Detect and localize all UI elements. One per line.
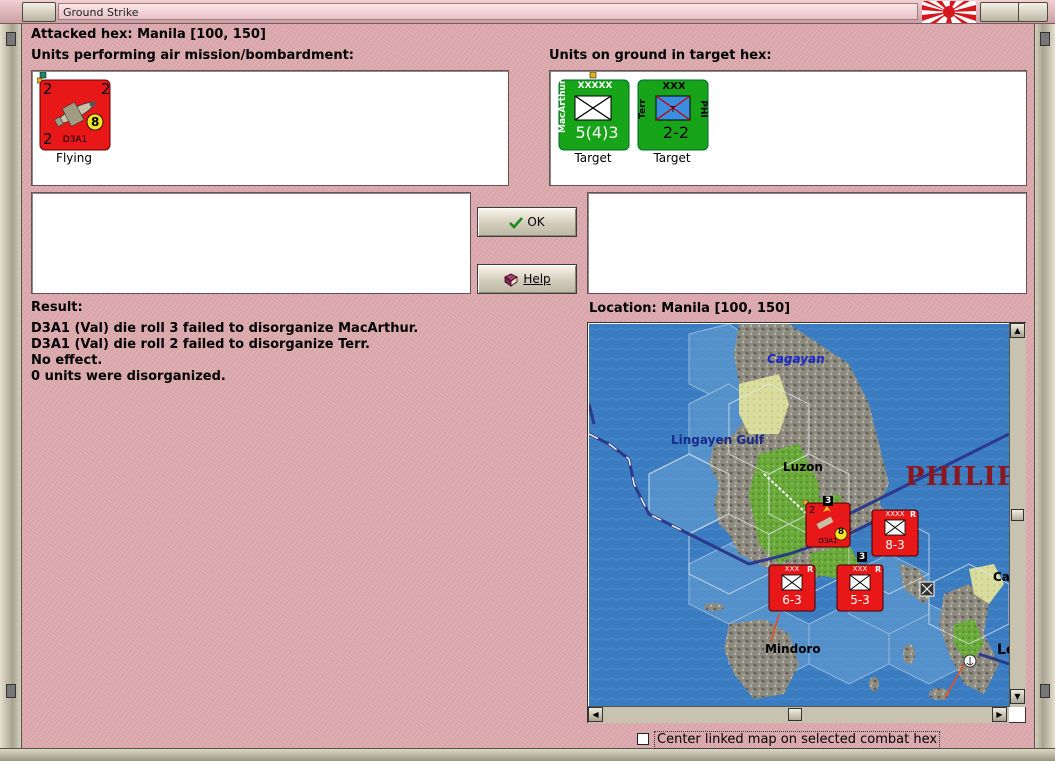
map-counter-strength: 5-3 [850, 593, 870, 607]
map-label-ca: Ca [993, 570, 1009, 584]
map-vertical-scroll-thumb[interactable] [1011, 509, 1024, 521]
air-unit-caption: Flying [56, 151, 92, 165]
map-horizontal-scroll-thumb[interactable] [788, 708, 802, 721]
scroll-down-arrow-icon[interactable]: ▼ [1010, 689, 1025, 704]
map-label-lingayen-gulf: Lingayen Gulf [671, 433, 765, 447]
map-label-cagayan: Cagayan [767, 352, 825, 366]
air-units-box: 2 2 2 8 D3A1 Flying [31, 70, 509, 186]
map-label-le: Le [997, 642, 1009, 658]
result-label: Result: [31, 300, 83, 315]
ground-unit-macarthur[interactable]: XXXXX MacArthur 5(4)3 [557, 71, 631, 152]
map-unit-counter[interactable]: XXX R 6-3 [768, 564, 816, 612]
window-menu-button[interactable] [22, 2, 56, 22]
ground-units-label: Units on ground in target hex: [549, 48, 772, 63]
map-air-counter-value: 2 [809, 505, 816, 516]
window-close-button[interactable] [1018, 2, 1048, 22]
location-map-panel: Cagayan Lingayen Gulf Luzon PHILIP Mindo… [587, 322, 1026, 723]
air-unit-name: D3A1 [62, 135, 88, 145]
title-bar: Ground Strike [0, 0, 1055, 24]
result-line: D3A1 (Val) die roll 3 failed to disorgan… [31, 321, 419, 336]
terr-side-label: PHI [698, 100, 708, 118]
ok-button-label: OK [527, 215, 545, 229]
terr-name: Terr [638, 99, 648, 119]
map-air-counter-range: 8 [837, 527, 845, 537]
map-air-counter-name: D3A1 [818, 537, 838, 545]
air-unit-top-right: 2 [101, 80, 111, 98]
map-counter-tag: R [910, 510, 917, 519]
window-frame-left [0, 24, 22, 761]
map-horizontal-scrollbar[interactable]: ◀ ▶ [588, 706, 1009, 723]
help-button-label: Help [523, 272, 551, 286]
result-line: D3A1 (Val) die roll 2 failed to disorgan… [31, 337, 370, 352]
result-line: No effect. [31, 353, 103, 368]
checkmark-icon [509, 216, 524, 229]
book-icon [504, 273, 519, 287]
result-line: 0 units were disorganized. [31, 369, 226, 384]
map-counter-strength: 8-3 [885, 538, 905, 552]
map-vertical-scrollbar[interactable]: ▲ ▼ [1009, 323, 1026, 707]
map-counter-tag: R [807, 565, 814, 574]
attacked-hex-label: Attacked hex: Manila [100, 150] [31, 27, 266, 42]
macarthur-size: XXXXX [577, 81, 613, 91]
window-frame-right [1034, 24, 1055, 761]
map-label-philippines: PHILIP [905, 462, 1009, 492]
map-label-mindoro: Mindoro [765, 642, 821, 656]
map-unit-counter[interactable]: XXX R 5-3 [836, 564, 884, 612]
air-units-label: Units performing air mission/bombardment… [31, 48, 355, 63]
rising-sun-flag-icon [922, 1, 976, 23]
scroll-right-arrow-icon[interactable]: ▶ [992, 707, 1007, 722]
window-frame-bottom [0, 748, 1055, 761]
terr-size: XXX [662, 81, 686, 92]
map-counter-size: XXX [784, 565, 800, 573]
help-button[interactable]: Help [477, 264, 577, 294]
map-stack-count: 3 [857, 552, 868, 562]
location-label: Location: Manila [100, 150] [589, 301, 791, 316]
scroll-up-arrow-icon[interactable]: ▲ [1010, 323, 1025, 338]
air-unit-d3a1[interactable]: 2 2 2 8 D3A1 [36, 71, 111, 152]
scroll-left-arrow-icon[interactable]: ◀ [588, 707, 603, 722]
map-counter-size: XXXX [885, 510, 905, 518]
location-map[interactable]: Cagayan Lingayen Gulf Luzon PHILIP Mindo… [589, 324, 1009, 706]
map-air-counter[interactable]: 2 8 D3A1 [802, 499, 851, 548]
macarthur-strength: 5(4)3 [575, 123, 619, 142]
map-counter-strength: 6-3 [782, 593, 802, 607]
terr-caption: Target [653, 151, 691, 165]
ground-units-box: XXXXX MacArthur 5(4)3 Target T XXX Terr … [549, 70, 1027, 186]
center-map-checkbox-label[interactable]: Center linked map on selected combat hex [654, 731, 941, 749]
svg-text:T: T [670, 105, 676, 114]
center-map-checkbox[interactable] [637, 733, 649, 745]
map-counter-tag: R [875, 565, 882, 574]
map-stack-count: 3 [823, 496, 834, 506]
air-unit-range: 8 [91, 115, 100, 129]
air-unit-detail-box [31, 192, 471, 294]
ground-unit-detail-box [587, 192, 1027, 294]
dialog-content: Attacked hex: Manila [100, 150] Units pe… [23, 24, 1034, 749]
map-counter-size: XXX [852, 565, 868, 573]
ground-unit-terr[interactable]: T XXX Terr PHI 2-2 [636, 72, 710, 152]
macarthur-name: MacArthur [558, 79, 568, 133]
macarthur-caption: Target [574, 151, 612, 165]
map-label-luzon: Luzon [783, 460, 823, 474]
map-unit-counter[interactable]: XXXX R 8-3 [871, 509, 919, 557]
terr-strength: 2-2 [662, 123, 690, 142]
air-unit-top-left: 2 [43, 80, 53, 98]
window-title: Ground Strike [58, 3, 918, 20]
ok-button[interactable]: OK [477, 207, 577, 237]
